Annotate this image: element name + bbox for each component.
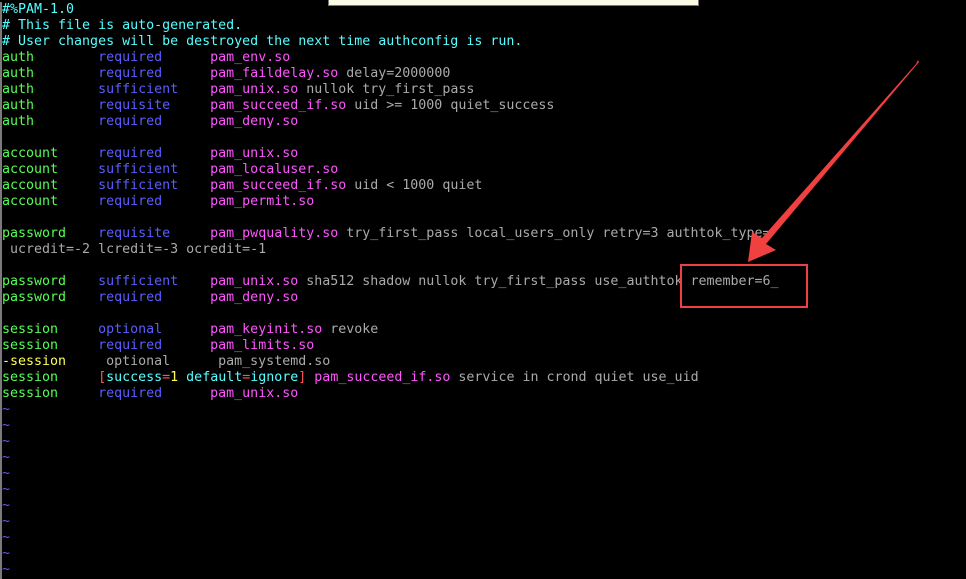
arrow-shape: [748, 60, 919, 262]
annotation-arrow-icon: [748, 60, 919, 262]
